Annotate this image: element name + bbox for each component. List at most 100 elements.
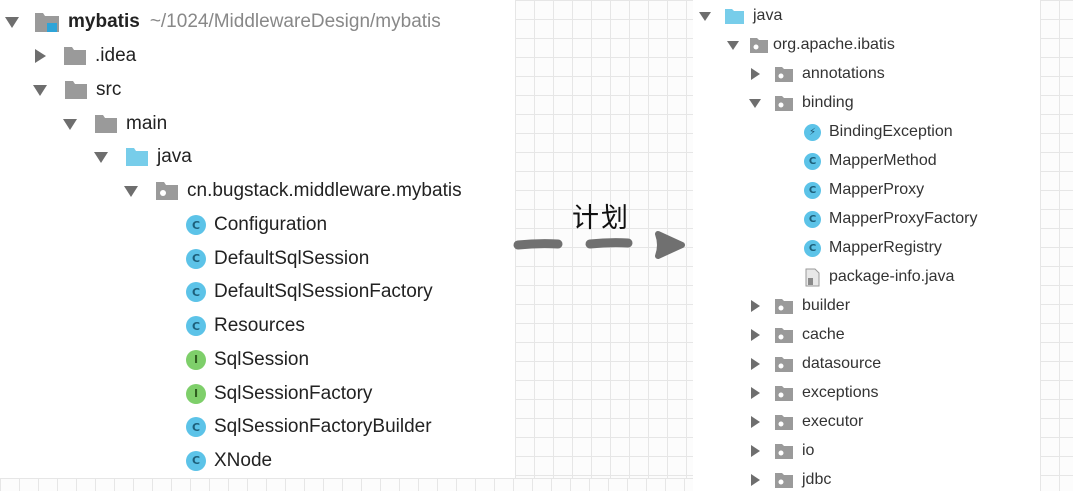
class-label: SqlSessionFactoryBuilder: [214, 416, 432, 438]
expand-arrow-icon[interactable]: [749, 98, 761, 108]
tree-row-class[interactable]: ⚡ BindingException: [804, 119, 953, 145]
collapse-arrow-icon[interactable]: [751, 445, 760, 457]
tree-row-idea[interactable]: .idea: [35, 40, 136, 72]
interface-icon: I: [186, 349, 206, 370]
folder-icon: [65, 81, 87, 99]
folder-label: src: [96, 79, 122, 100]
class-label: SqlSessionFactory: [214, 382, 373, 404]
expand-arrow-icon[interactable]: [94, 151, 108, 163]
class-icon: C: [804, 239, 821, 257]
expand-arrow-icon[interactable]: [5, 16, 19, 28]
package-label: cn.bugstack.middleware.mybatis: [187, 180, 462, 201]
tree-row-folder[interactable]: io: [751, 438, 814, 464]
expand-arrow-icon[interactable]: [124, 185, 138, 197]
tree-row-annotations[interactable]: annotations: [751, 61, 885, 87]
class-icon: C: [804, 152, 821, 170]
tree-row-class[interactable]: C MapperMethod: [804, 148, 937, 174]
tree-row-class[interactable]: C MapperProxy: [804, 177, 924, 203]
package-icon: [775, 414, 793, 430]
package-icon: [775, 298, 793, 314]
tree-row-main[interactable]: main: [63, 108, 167, 140]
tree-row-java[interactable]: java: [699, 3, 782, 29]
tree-row-root[interactable]: mybatis ~/1024/MiddlewareDesign/mybatis: [5, 6, 441, 38]
collapse-arrow-icon[interactable]: [751, 329, 760, 341]
collapse-arrow-icon[interactable]: [35, 49, 46, 63]
class-icon: C: [186, 316, 206, 337]
tree-row-binding[interactable]: binding: [749, 90, 854, 116]
tree-row-class[interactable]: C Configuration: [186, 209, 327, 241]
tree-row-class[interactable]: package-info.java: [804, 264, 954, 290]
class-label: Configuration: [214, 214, 328, 235]
class-icon: C: [186, 282, 206, 303]
module-folder-icon: [35, 13, 59, 32]
collapse-arrow-icon[interactable]: [751, 416, 760, 428]
folder-label: builder: [802, 297, 851, 314]
exception-class-icon: ⚡: [804, 123, 821, 141]
class-icon: C: [804, 210, 821, 228]
expand-arrow-icon[interactable]: [63, 118, 77, 130]
class-label: package-info.java: [829, 268, 955, 285]
root-name: mybatis: [68, 11, 140, 32]
tree-row-class[interactable]: C Resources: [186, 310, 305, 342]
package-icon: [775, 66, 793, 82]
dashed-arrow-icon: [513, 231, 685, 259]
tree-row-class[interactable]: C DefaultSqlSessionFactory: [186, 276, 433, 308]
tree-row-class[interactable]: C XNode: [186, 445, 272, 477]
folder-label: .idea: [95, 45, 137, 66]
left-project-tree: mybatis ~/1024/MiddlewareDesign/mybatis …: [0, 0, 515, 478]
java-file-icon: [805, 268, 820, 286]
tree-row-folder[interactable]: executor: [751, 409, 863, 435]
tree-row-package[interactable]: cn.bugstack.middleware.mybatis: [124, 175, 462, 207]
class-icon: C: [186, 248, 206, 269]
collapse-arrow-icon[interactable]: [751, 68, 760, 80]
class-label: DefaultSqlSessionFactory: [214, 281, 433, 303]
class-icon: C: [804, 181, 821, 199]
tree-row-folder[interactable]: exceptions: [751, 380, 879, 406]
folder-icon: [64, 47, 86, 65]
folder-icon: [95, 115, 117, 133]
collapse-arrow-icon[interactable]: [751, 300, 760, 312]
tree-row-folder[interactable]: jdbc: [751, 467, 831, 493]
expand-arrow-icon[interactable]: [33, 84, 47, 96]
class-label: SqlSession: [214, 348, 310, 370]
folder-label: datasource: [802, 355, 882, 372]
tree-row-package[interactable]: org.apache.ibatis: [727, 32, 895, 58]
tree-row-class[interactable]: C DefaultSqlSession: [186, 243, 369, 275]
expand-arrow-icon[interactable]: [727, 40, 739, 50]
tree-row-class[interactable]: I SqlSession: [186, 344, 309, 376]
class-label: Resources: [214, 315, 305, 337]
tree-row-class[interactable]: C MapperRegistry: [804, 235, 942, 261]
right-project-tree: java org.apache.ibatis annotations bindi…: [693, 0, 1040, 491]
package-icon: [775, 385, 793, 401]
class-label: XNode: [214, 449, 273, 471]
tree-row-java[interactable]: java: [94, 141, 192, 173]
folder-label: main: [126, 113, 168, 134]
root-path: ~/1024/MiddlewareDesign/mybatis: [149, 11, 441, 32]
class-label: MapperProxy: [829, 181, 925, 198]
collapse-arrow-icon[interactable]: [751, 474, 760, 486]
class-icon: C: [186, 215, 206, 235]
grid-background-right: [1040, 0, 1073, 491]
tree-row-folder[interactable]: datasource: [751, 351, 881, 377]
package-label: org.apache.ibatis: [773, 36, 895, 53]
folder-label: cache: [802, 326, 845, 343]
tree-row-class[interactable]: C SqlSessionFactoryBuilder: [186, 411, 432, 443]
package-icon: [775, 472, 793, 488]
collapse-arrow-icon[interactable]: [751, 358, 760, 370]
folder-label: jdbc: [802, 471, 832, 488]
tree-row-folder[interactable]: cache: [751, 322, 845, 348]
tree-row-src[interactable]: src: [33, 74, 121, 106]
tree-row-class[interactable]: C MapperProxyFactory: [804, 206, 978, 232]
tree-row-folder[interactable]: builder: [751, 293, 850, 319]
class-label: MapperRegistry: [829, 239, 942, 256]
folder-label: exceptions: [802, 384, 879, 401]
expand-arrow-icon[interactable]: [699, 11, 711, 21]
tree-row-class[interactable]: I SqlSessionFactory: [186, 378, 372, 410]
collapse-arrow-icon[interactable]: [751, 387, 760, 399]
folder-label: binding: [802, 94, 854, 111]
class-label: MapperProxyFactory: [829, 210, 978, 227]
package-icon: [775, 356, 793, 372]
package-icon: [775, 95, 793, 111]
class-icon: C: [186, 450, 206, 471]
package-icon: [775, 443, 793, 459]
